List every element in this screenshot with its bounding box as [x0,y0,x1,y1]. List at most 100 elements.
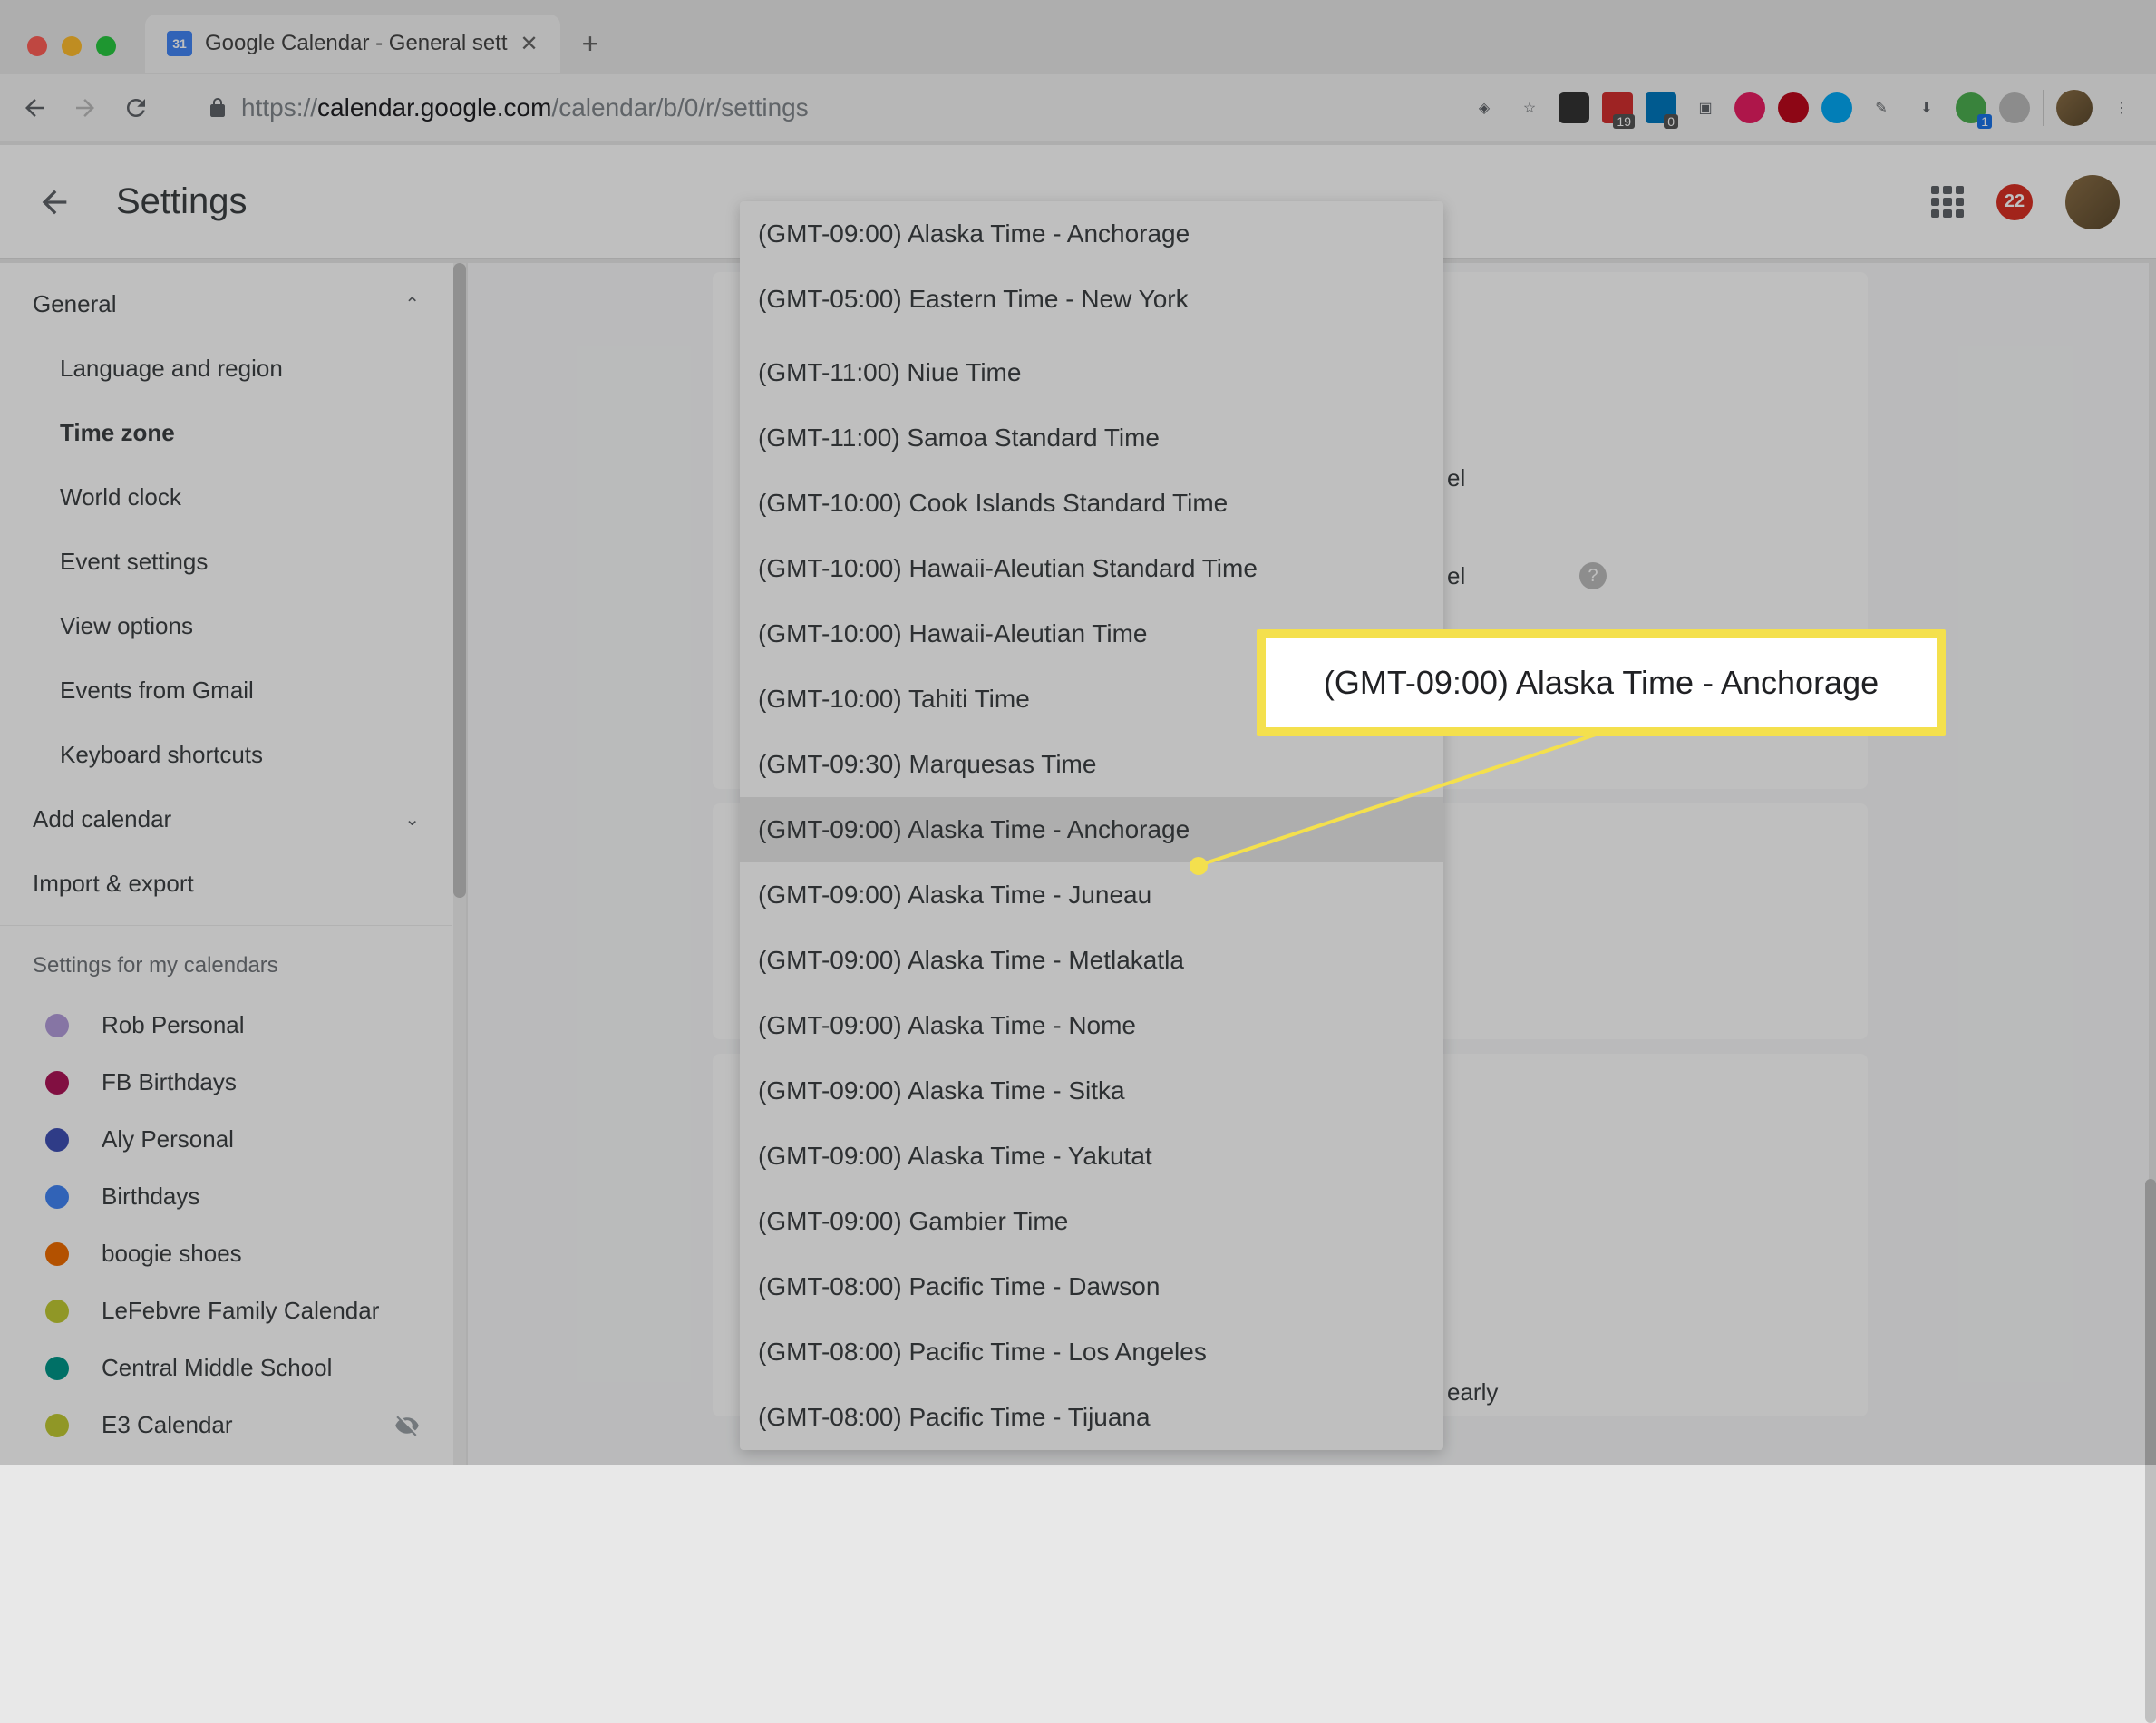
calendar-color-dot [45,1357,69,1380]
ext-download-icon[interactable]: ⬇ [1910,92,1943,124]
cast-icon[interactable]: ▣ [1689,92,1722,124]
timezone-option[interactable]: (GMT-09:00) Alaska Time - Nome [740,993,1443,1058]
notifications-badge[interactable]: 22 [1996,184,2033,220]
peek-early: early [1447,1378,1498,1407]
calendar-item[interactable]: FB Birthdays [0,1054,452,1111]
forward-button[interactable] [69,92,102,124]
callout-anchor-dot [1190,857,1208,875]
tab-title: Google Calendar - General sett [205,31,508,56]
ext-grey-icon[interactable] [1999,92,2030,123]
calendar-name: Central Middle School [102,1354,332,1382]
calendar-item[interactable]: Birthdays [0,1168,452,1225]
chevron-up-icon: ⌃ [404,293,420,316]
sidebar-item-timezone[interactable]: Time zone [0,401,452,465]
reload-button[interactable] [120,92,152,124]
help-icon[interactable]: ? [1579,562,1607,589]
back-button[interactable] [18,92,51,124]
page-title: Settings [116,181,248,222]
sidebar-scrollbar[interactable] [453,263,466,1465]
ext-circle-1[interactable] [1734,92,1765,123]
calendar-name: E3 Calendar [102,1411,233,1439]
calendar-name: Aly Personal [102,1125,234,1154]
main-scrollbar-thumb[interactable] [2145,1179,2156,1723]
peek-label-2: el [1447,562,1465,590]
pinterest-icon[interactable] [1778,92,1809,123]
browser-chrome: 31 Google Calendar - General sett ✕ + ht… [0,0,2156,145]
timezone-option-recent[interactable]: (GMT-09:00) Alaska Time - Anchorage [740,201,1443,267]
timezone-option[interactable]: (GMT-08:00) Pacific Time - Los Angeles [740,1319,1443,1385]
calendar-color-dot [45,1185,69,1209]
timezone-option[interactable]: (GMT-11:00) Niue Time [740,340,1443,405]
toolbar-extensions: ◈ ☆ 19 0 ▣ ✎ ⬇ 1 ⋮ [1468,90,2138,126]
kebab-menu-icon[interactable]: ⋮ [2105,92,2138,124]
window-close-button[interactable] [27,36,47,56]
tab-close-icon[interactable]: ✕ [520,31,539,57]
browser-tab[interactable]: 31 Google Calendar - General sett ✕ [145,15,560,73]
ext-circle-2[interactable] [1821,92,1852,123]
ext-quill-icon[interactable]: ✎ [1865,92,1898,124]
calendar-item[interactable]: LeFebvre Family Calendar [0,1282,452,1339]
callout-connector [1188,725,1605,880]
trello-icon[interactable]: 0 [1646,92,1676,123]
calendar-item[interactable]: Aly Personal [0,1111,452,1168]
divider [2043,90,2044,126]
visibility-off-icon[interactable] [394,1413,420,1438]
window-minimize-button[interactable] [62,36,82,56]
timezone-option[interactable]: (GMT-09:00) Gambier Time [740,1189,1443,1254]
calendar-color-dot [45,1242,69,1266]
settings-sidebar: General ⌃ Language and region Time zone … [0,263,453,1465]
calendar-item[interactable]: E3 Calendar [0,1397,452,1454]
timezone-option[interactable]: (GMT-08:00) Pacific Time - Tijuana [740,1385,1443,1450]
sidebar-add-calendar[interactable]: Add calendar ⌄ [0,787,452,852]
timezone-option-recent[interactable]: (GMT-05:00) Eastern Time - New York [740,267,1443,332]
lock-icon [207,97,228,119]
my-calendars-title: Settings for my calendars [0,926,452,997]
star-icon[interactable]: ☆ [1513,92,1546,124]
sidebar-item-language[interactable]: Language and region [0,336,452,401]
sidebar-item-worldclock[interactable]: World clock [0,465,452,530]
sidebar-general[interactable]: General ⌃ [0,272,452,336]
gsuite-icon[interactable]: 1 [1956,92,1986,123]
timezone-option[interactable]: (GMT-08:00) Pacific Time - Dawson [740,1254,1443,1319]
url-text: https://calendar.google.com/calendar/b/0… [241,93,809,122]
calendar-color-dot [45,1071,69,1095]
window-controls [27,36,116,56]
calendar-name: LeFebvre Family Calendar [102,1297,379,1325]
sidebar-item-viewoptions[interactable]: View options [0,594,452,658]
new-tab-button[interactable]: + [582,27,599,61]
window-maximize-button[interactable] [96,36,116,56]
calendar-item[interactable]: boogie shoes [0,1225,452,1282]
profile-avatar[interactable] [2056,90,2093,126]
calendar-name: FB Birthdays [102,1068,237,1096]
address-bar[interactable]: https://calendar.google.com/calendar/b/0… [189,85,827,131]
timezone-option[interactable]: (GMT-10:00) Hawaii-Aleutian Standard Tim… [740,536,1443,601]
timezone-option[interactable]: (GMT-11:00) Samoa Standard Time [740,405,1443,471]
sidebar-item-eventsgmail[interactable]: Events from Gmail [0,658,452,723]
account-avatar[interactable] [2065,175,2120,229]
timezone-option[interactable]: (GMT-10:00) Cook Islands Standard Time [740,471,1443,536]
timezone-option[interactable]: (GMT-09:00) Alaska Time - Yakutat [740,1124,1443,1189]
reader-icon[interactable]: ◈ [1468,92,1500,124]
google-apps-icon[interactable] [1931,186,1964,219]
sidebar-import-export[interactable]: Import & export [0,852,452,916]
sidebar-item-eventsettings[interactable]: Event settings [0,530,452,594]
peek-label-1: el [1447,464,1465,492]
calendar-item[interactable]: Central Middle School [0,1339,452,1397]
timezone-option[interactable]: (GMT-09:00) Alaska Time - Sitka [740,1058,1443,1124]
header-actions: 22 [1931,175,2120,229]
calendar-item[interactable]: Rob Personal [0,997,452,1054]
calendar-name: Birthdays [102,1183,199,1211]
pocket-icon[interactable] [1559,92,1589,123]
settings-back-button[interactable] [36,184,73,220]
sidebar-scrollbar-thumb[interactable] [453,263,466,898]
tab-bar: 31 Google Calendar - General sett ✕ + [145,15,598,73]
sidebar-item-keyboard[interactable]: Keyboard shortcuts [0,723,452,787]
calendar-color-dot [45,1414,69,1437]
ext-badge-icon[interactable]: 19 [1602,92,1633,123]
timezone-option[interactable]: (GMT-09:00) Alaska Time - Metlakatla [740,928,1443,993]
nav-bar: https://calendar.google.com/calendar/b/0… [0,74,2156,141]
tutorial-callout: (GMT-09:00) Alaska Time - Anchorage [1257,629,1946,736]
calendar-name: boogie shoes [102,1240,242,1268]
chevron-down-icon: ⌄ [404,808,420,831]
callout-text: (GMT-09:00) Alaska Time - Anchorage [1324,664,1879,702]
